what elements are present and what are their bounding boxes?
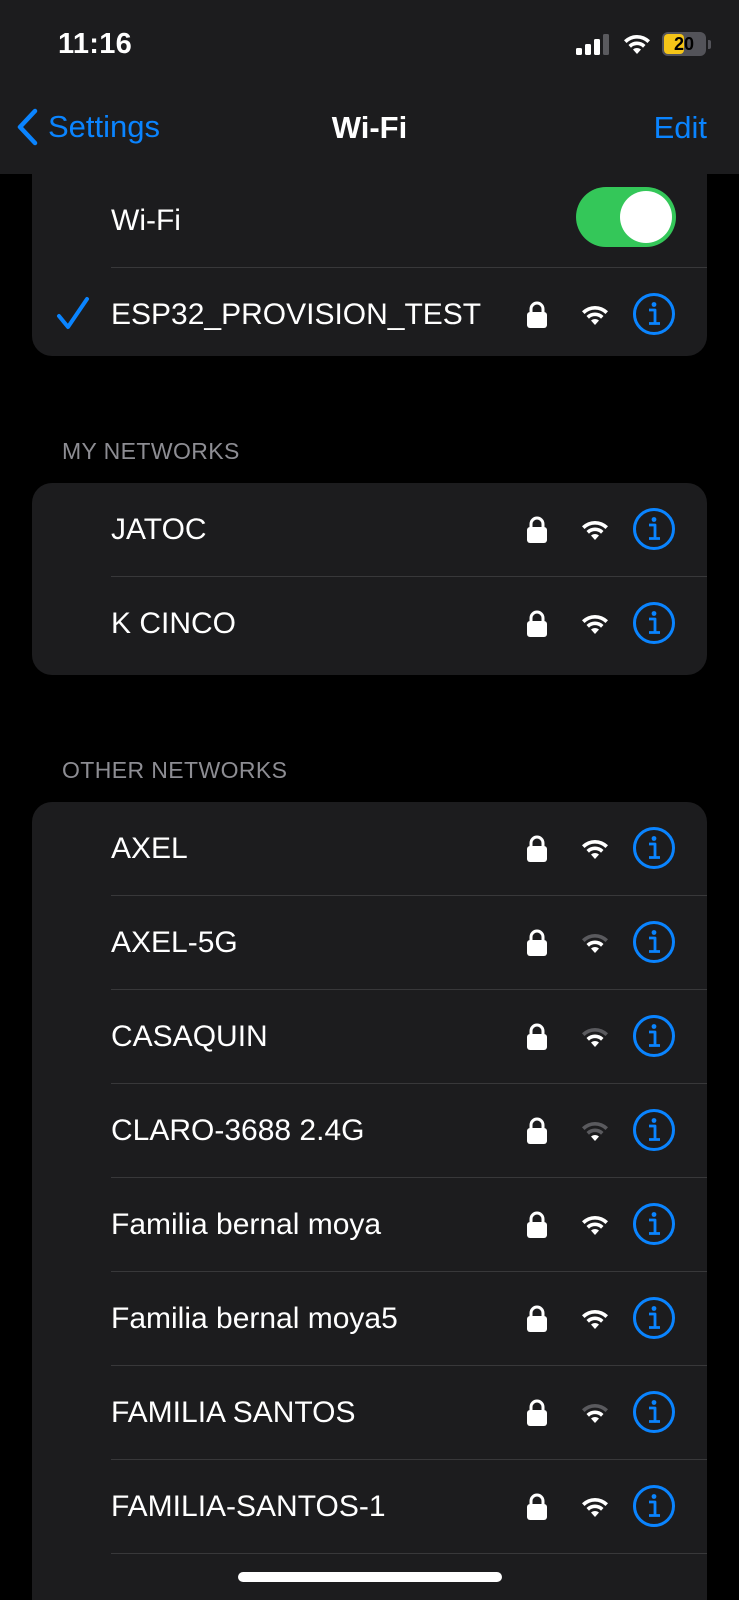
- info-icon[interactable]: [632, 1484, 676, 1528]
- wifi-toggle-switch[interactable]: [576, 187, 676, 247]
- lock-icon: [527, 835, 547, 862]
- wifi-signal-icon: [582, 305, 608, 325]
- network-row[interactable]: Familia bernal moya5: [32, 1272, 707, 1366]
- wifi-signal-weak-icon: [582, 1121, 608, 1141]
- network-row[interactable]: Familia bernal moya: [32, 1178, 707, 1272]
- info-icon[interactable]: [632, 292, 676, 336]
- network-name: Familia bernal moya: [111, 1208, 382, 1241]
- network-name: FAMILIA SANTOS: [111, 1396, 356, 1429]
- network-row[interactable]: JATOC: [32, 483, 707, 577]
- network-name: FAMILIA-SANTOS-1: [111, 1490, 386, 1523]
- page-title: Wi-Fi: [331, 110, 408, 145]
- my-networks-card: JATOC K CINCO: [32, 483, 707, 675]
- info-icon[interactable]: [632, 826, 676, 870]
- cellular-signal-icon: [576, 34, 609, 55]
- wifi-status-icon: [624, 34, 650, 54]
- network-name: Familia bernal moya5: [111, 1302, 398, 1335]
- status-icons: 20: [576, 32, 711, 56]
- battery-icon: 20: [662, 32, 706, 56]
- lock-icon: [527, 1023, 547, 1050]
- network-name: AXEL-5G: [111, 926, 238, 959]
- wifi-toggle-label: Wi-Fi: [111, 204, 181, 237]
- checkmark-icon: [57, 297, 89, 329]
- my-networks-header: MY NETWORKS: [62, 438, 240, 464]
- network-row[interactable]: CLARO-3688 2.4G: [32, 1084, 707, 1178]
- network-row[interactable]: AXEL: [32, 802, 707, 896]
- lock-icon: [527, 1493, 547, 1520]
- info-icon[interactable]: [632, 1296, 676, 1340]
- battery-nub: [708, 39, 711, 49]
- lock-icon: [527, 1399, 547, 1426]
- edit-button[interactable]: Edit: [654, 110, 707, 146]
- info-icon[interactable]: [632, 920, 676, 964]
- wifi-signal-icon: [582, 1215, 608, 1235]
- wifi-toggle-row: Wi-Fi: [32, 174, 707, 268]
- network-row[interactable]: FAMILIA-SANTOS-1: [32, 1460, 707, 1554]
- lock-icon: [527, 1305, 547, 1332]
- info-icon[interactable]: [632, 507, 676, 551]
- lock-icon: [527, 301, 547, 328]
- top-bar: 11:16 20 Settings Wi-Fi Edit: [0, 0, 739, 174]
- connected-network-name: ESP32_PROVISION_TEST: [111, 298, 482, 331]
- network-name: K CINCO: [111, 607, 237, 640]
- info-icon[interactable]: [632, 1202, 676, 1246]
- info-icon[interactable]: [632, 601, 676, 645]
- wifi-signal-weak-icon: [582, 933, 608, 953]
- status-time: 11:16: [58, 28, 133, 60]
- network-name: JATOC: [111, 513, 207, 546]
- network-name: AXEL: [111, 832, 188, 865]
- lock-icon: [527, 516, 547, 543]
- network-name: CLARO-3688 2.4G: [111, 1114, 365, 1147]
- wifi-settings-screen: 11:16 20 Settings Wi-Fi Edit Wi-Fi ESP32…: [0, 0, 739, 1600]
- network-name: CASAQUIN: [111, 1020, 268, 1053]
- lock-icon: [527, 929, 547, 956]
- row-divider: [111, 1553, 707, 1554]
- network-row[interactable]: AXEL-5G: [32, 896, 707, 990]
- toggle-knob: [620, 191, 672, 243]
- wifi-main-card: Wi-Fi ESP32_PROVISION_TEST: [32, 174, 707, 356]
- home-indicator[interactable]: [238, 1572, 502, 1582]
- lock-icon: [527, 1211, 547, 1238]
- network-row[interactable]: K CINCO: [32, 577, 707, 671]
- lock-icon: [527, 610, 547, 637]
- wifi-signal-icon: [582, 839, 608, 859]
- connected-network-row[interactable]: ESP32_PROVISION_TEST: [32, 268, 707, 356]
- lock-icon: [527, 1117, 547, 1144]
- wifi-signal-icon: [582, 614, 608, 634]
- network-row[interactable]: CASAQUIN: [32, 990, 707, 1084]
- other-networks-header: OTHER NETWORKS: [62, 757, 288, 783]
- info-icon[interactable]: [632, 1014, 676, 1058]
- network-row[interactable]: FAMILIA SANTOS: [32, 1366, 707, 1460]
- info-icon[interactable]: [632, 1390, 676, 1434]
- wifi-signal-icon: [582, 520, 608, 540]
- wifi-signal-weak-icon: [582, 1027, 608, 1047]
- wifi-signal-weak-icon: [582, 1403, 608, 1423]
- other-networks-card: AXEL AXEL-5G CASAQUIN CLARO-3688 2.4G Fa…: [32, 802, 707, 1600]
- wifi-signal-icon: [582, 1497, 608, 1517]
- wifi-signal-icon: [582, 1309, 608, 1329]
- info-icon[interactable]: [632, 1108, 676, 1152]
- battery-level: 20: [673, 33, 695, 54]
